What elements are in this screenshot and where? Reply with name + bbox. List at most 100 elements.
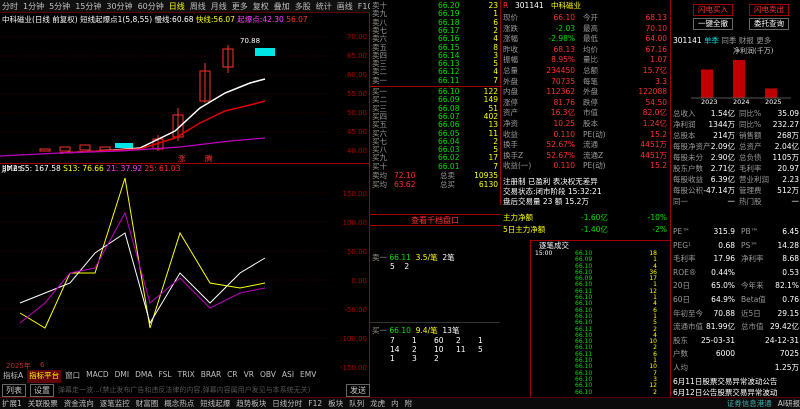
ai-report-link[interactable]: Al研报 <box>778 398 800 409</box>
tab-same-quarter[interactable]: 同季 <box>721 36 736 45</box>
tb-diejia[interactable]: 叠加 <box>274 1 290 12</box>
tb-huaxian[interactable]: 画线 <box>337 1 353 12</box>
tab-fenshi[interactable]: 分时 <box>2 1 18 12</box>
bottom-capital[interactable]: 资金流向 <box>64 398 94 409</box>
flash-buy-button[interactable]: 闪电买入 <box>693 4 733 16</box>
ask-row: 卖八 66.18 6 <box>370 18 500 27</box>
fin-row: 总股本 214万 销售额 268万 <box>671 130 800 141</box>
quote-label: 收益(一) <box>503 161 532 171</box>
quote-label: PE(动) <box>583 161 606 171</box>
val-label: 毛利率 <box>673 254 696 264</box>
footer-link[interactable]: 证券信息港通 <box>727 398 772 409</box>
depth-sell-price: 66.11 <box>389 253 411 262</box>
tab-indicator-platform[interactable]: 指标平台 <box>27 370 62 383</box>
depth-cell: 1 <box>478 336 483 345</box>
tb-tongji[interactable]: 统计 <box>316 1 332 12</box>
quote-value: 52.67% <box>546 150 575 160</box>
tab-trix[interactable]: TRIX <box>176 370 197 383</box>
quote-row: 收益(一) 0.110 PE(动) 15.2 <box>501 160 671 171</box>
bottom-ext1[interactable]: 扩展1 <box>2 398 22 409</box>
tab-30min[interactable]: 30分钟 <box>106 1 132 12</box>
avg-label: 买均 <box>372 180 387 189</box>
tab-quarter[interactable]: 单季 <box>704 36 719 45</box>
tab-macd[interactable]: MACD <box>84 370 110 383</box>
quote-value: 67.16 <box>645 44 667 54</box>
bid-row: 买十 66.01 7 <box>370 162 500 171</box>
tick-row: 66.10 2 <box>531 389 671 396</box>
kline-chart-panel[interactable]: 中科磁业(日线 前复权) 短线起爆点1(5,8,55) 慢线:60.68 快线:… <box>0 13 370 398</box>
quote-value: 82.0亿 <box>642 108 667 118</box>
tb-f10[interactable]: F10 <box>358 2 370 11</box>
bottom-related[interactable]: 关联股票 <box>28 398 58 409</box>
bottom-bar: 扩展1 关联股票 资金流向 逐笔监控 财富圈 概念热点 短线起爆 趋势板块 日线… <box>0 397 800 409</box>
list-button[interactable]: 列表 <box>2 383 26 397</box>
year-2025: 2025 <box>765 98 782 106</box>
bottom-tick-monitor[interactable]: 逐笔监控 <box>100 398 130 409</box>
tab-window[interactable]: 窗口 <box>63 370 82 383</box>
quote-row: 涨停 81.76 跌停 54.50 <box>501 97 671 108</box>
bottom-f12[interactable]: F12 <box>308 399 322 408</box>
bottom-queue[interactable]: 队列 <box>349 398 364 409</box>
tb-duogu[interactable]: 多股 <box>295 1 311 12</box>
tab-fsl[interactable]: FSL <box>156 370 173 383</box>
val-value: 315.9 <box>713 227 735 236</box>
fin-row: 净利润 1344万 同比% 232.27 <box>671 119 800 130</box>
tab-asi[interactable]: ASI <box>280 370 296 383</box>
val-label: 今年来 <box>741 281 764 291</box>
bottom-daily-fs[interactable]: 日线分时 <box>272 398 302 409</box>
bottom-sector[interactable]: 板块 <box>328 398 343 409</box>
bottom-inner[interactable]: 内 <box>391 398 399 409</box>
send-button[interactable]: 发送 <box>346 383 370 397</box>
tab-cr[interactable]: CR <box>225 370 239 383</box>
tab-dma[interactable]: DMA <box>133 370 154 383</box>
kline-ytick: 40.00 <box>346 147 367 155</box>
tab-vr[interactable]: VR <box>242 370 256 383</box>
tab-emv[interactable]: EMV <box>298 370 318 383</box>
bottom-lhb[interactable]: 龙虎 <box>370 398 385 409</box>
tab-60min[interactable]: 60分钟 <box>138 1 164 12</box>
bottom-trend-sector[interactable]: 趋势板块 <box>236 398 266 409</box>
fin-label: 总股本 <box>673 131 696 140</box>
depth-sell-label: 卖一 <box>372 253 387 262</box>
tab-1min[interactable]: 1分钟 <box>23 1 44 12</box>
bid-row: 买一 66.10 122 <box>370 87 500 96</box>
val-value: 0.44% <box>711 267 735 277</box>
tab-weekly[interactable]: 周线 <box>190 1 206 12</box>
tab-daily[interactable]: 日线 <box>169 1 185 12</box>
tab-obv[interactable]: OBV <box>258 370 278 383</box>
depth-cell: 2 <box>456 336 461 345</box>
depth-button[interactable]: 查看千档盘口 <box>370 214 500 226</box>
tab-dmi[interactable]: DMI <box>113 370 131 383</box>
bottom-short-burst[interactable]: 短线起爆 <box>200 398 230 409</box>
ask-row: 卖二 66.12 4 <box>370 68 500 76</box>
danmu-input[interactable]: 弹幕走一波...(禁止发布广告和违反法律的内容,弹幕内容属用户发见与本系统无关) <box>58 385 342 395</box>
tab-report[interactable]: 财报 <box>739 36 754 45</box>
tab-monthly[interactable]: 月线 <box>211 1 227 12</box>
val-value: 64.9% <box>711 295 735 304</box>
total-label: 总买 <box>440 180 455 189</box>
bottom-attach[interactable]: 附 <box>405 398 413 409</box>
tick-list[interactable]: 15:00 66.10 18 66.09 1 66.10 4 66.10 36 66.09 17 66… <box>531 250 671 396</box>
quote-row: 换手 52.67% 流通 4451万 <box>501 139 671 150</box>
tab-5min[interactable]: 5分钟 <box>49 1 70 12</box>
settings-button[interactable]: 设置 <box>30 383 54 397</box>
cancel-all-button[interactable]: 一键全撤 <box>693 18 733 30</box>
depth-cell: 2 <box>434 354 439 363</box>
bottom-wealth[interactable]: 财富圈 <box>136 398 159 409</box>
order-query-button[interactable]: 委托查询 <box>749 18 789 30</box>
flash-sell-button[interactable]: 闪电卖出 <box>749 4 789 16</box>
tab-brar[interactable]: BRAR <box>199 370 223 383</box>
depth-cell: 1 <box>412 336 417 345</box>
tab-more[interactable]: 更多 <box>232 1 248 12</box>
ask-row: 卖九 66.19 1 <box>370 10 500 18</box>
tab-15min[interactable]: 15分钟 <box>75 1 101 12</box>
tab-more-fin[interactable]: 更多 <box>756 36 771 45</box>
news-item[interactable]: 6月11日股票交易异常波动公告 <box>673 376 777 387</box>
fin-value: 20.97 <box>777 164 799 173</box>
val-value: 24-12-31 <box>764 335 799 345</box>
bottom-concept[interactable]: 概念热点 <box>164 398 194 409</box>
indicator-legend: JJM2 S5: 167.58 S13: 76.66 21: 37.92 25:… <box>2 164 180 173</box>
tb-fuquan[interactable]: 复权 <box>253 1 269 12</box>
tab-indicator-a[interactable]: 指标A <box>1 370 25 383</box>
net-pct: -10% <box>647 213 667 222</box>
